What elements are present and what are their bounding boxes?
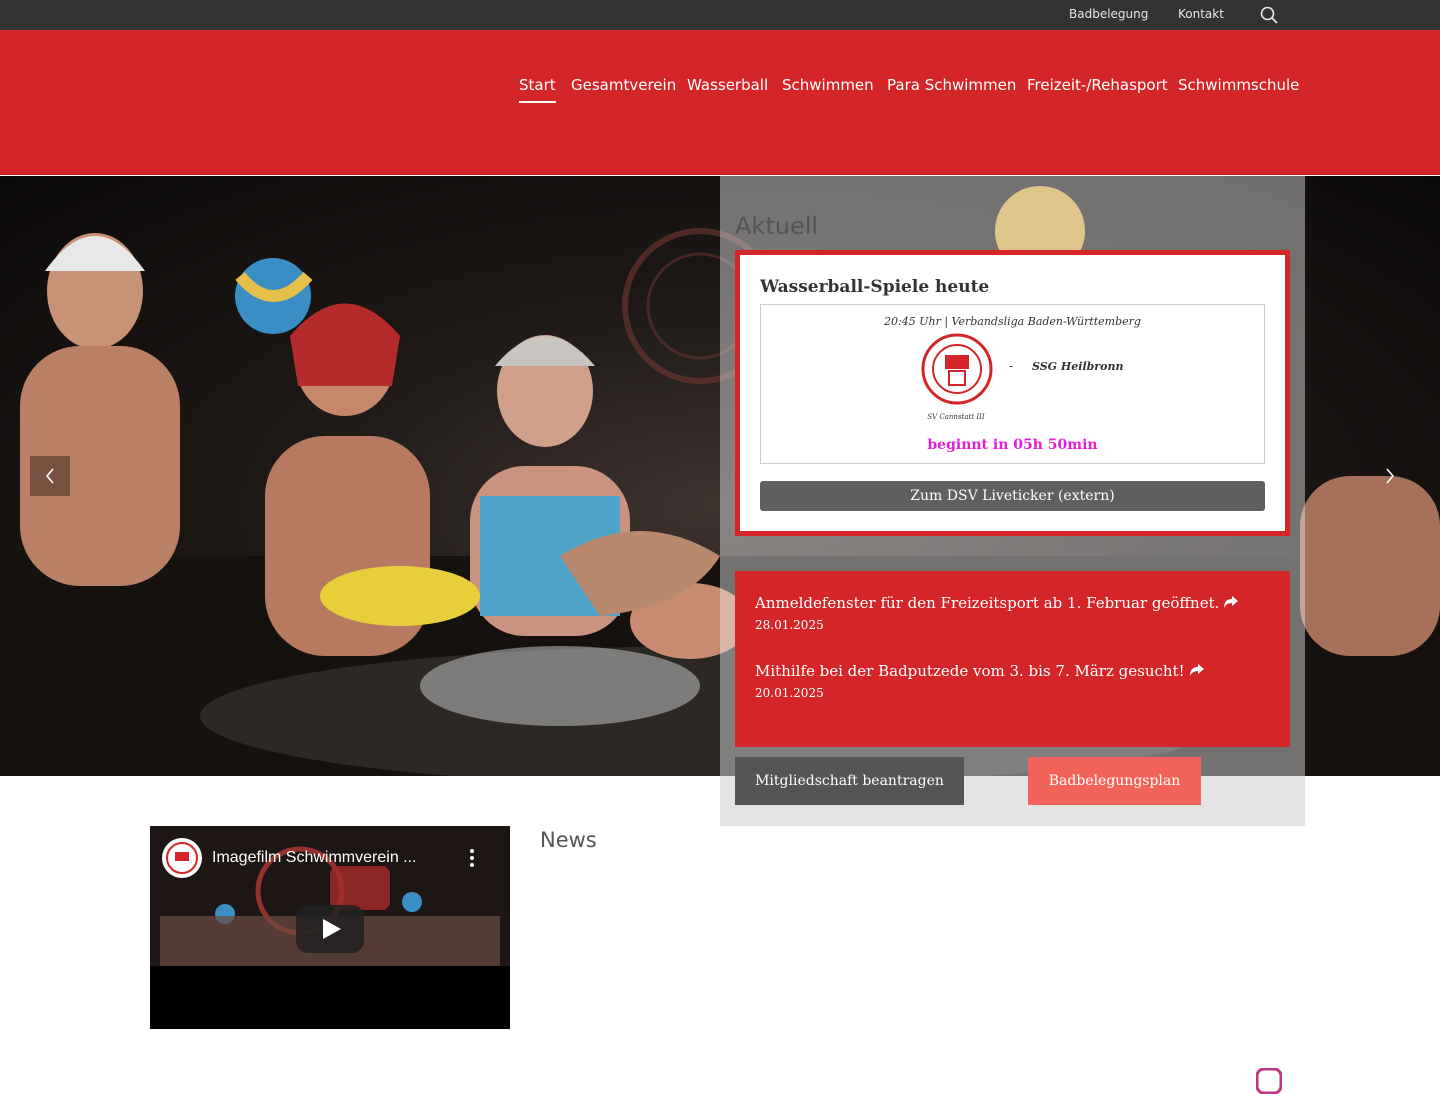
share-arrow-icon bbox=[1189, 664, 1204, 676]
news-teaser-box: Anmeldefenster für den Freizeitsport ab … bbox=[735, 571, 1290, 747]
chevron-right-icon bbox=[1386, 468, 1395, 484]
main-nav: Start Gesamtverein Wasserball Schwimmen … bbox=[0, 76, 1440, 106]
news-section-heading: News bbox=[540, 828, 597, 852]
news-item-title[interactable]: Mithilfe bei der Badputzede vom 3. bis 7… bbox=[755, 662, 1205, 680]
pool-plan-button[interactable]: Badbelegungsplan bbox=[1028, 757, 1201, 805]
nav-item-start[interactable]: Start bbox=[519, 76, 556, 103]
utility-bar: Badbelegung Kontakt bbox=[0, 0, 1440, 30]
nav-item-freizeit-rehasport[interactable]: Freizeit-/Rehasport bbox=[1027, 76, 1168, 94]
badbelegung-link[interactable]: Badbelegung bbox=[1069, 7, 1148, 21]
aktuell-heading: Aktuell bbox=[735, 212, 819, 240]
games-widget: Wasserball-Spiele heute 20:45 Uhr | Verb… bbox=[735, 250, 1290, 536]
news-item-date: 28.01.2025 bbox=[755, 618, 824, 632]
match-separator: - bbox=[1009, 359, 1014, 373]
nav-item-wasserball[interactable]: Wasserball bbox=[687, 76, 768, 94]
chevron-left-icon bbox=[45, 468, 54, 484]
news-item[interactable]: Mithilfe bei der Badputzede vom 3. bis 7… bbox=[755, 662, 1205, 700]
match-card[interactable]: 20:45 Uhr | Verbandsliga Baden-Württembe… bbox=[760, 304, 1265, 464]
video-embed[interactable]: Imagefilm Schwimmverein ... bbox=[150, 826, 510, 1029]
news-item-title-text[interactable]: Anmeldefenster für den Freizeitsport ab … bbox=[755, 594, 1219, 612]
main-header: Start Gesamtverein Wasserball Schwimmen … bbox=[0, 30, 1440, 175]
youtube-play-icon[interactable] bbox=[296, 905, 364, 953]
news-item-title-text[interactable]: Mithilfe bei der Badputzede vom 3. bis 7… bbox=[755, 662, 1185, 680]
home-team: SV Cannstatt III bbox=[927, 413, 985, 421]
more-options-icon[interactable] bbox=[466, 848, 478, 868]
nav-item-schwimmschule[interactable]: Schwimmschule bbox=[1178, 76, 1299, 94]
channel-logo-icon bbox=[162, 838, 202, 878]
nav-item-para-schwimmen[interactable]: Para Schwimmen bbox=[887, 76, 1016, 94]
match-meta: 20:45 Uhr | Verbandsliga Baden-Württembe… bbox=[884, 315, 1141, 328]
aktuell-panel: Aktuell Wasserball-Spiele heute 20:45 Uh… bbox=[720, 176, 1305, 826]
search-icon[interactable] bbox=[1259, 5, 1279, 25]
slider-next-button[interactable] bbox=[1370, 456, 1410, 496]
news-item-title[interactable]: Anmeldefenster für den Freizeitsport ab … bbox=[755, 594, 1239, 612]
away-team: SSG Heilbronn bbox=[1032, 360, 1124, 373]
share-arrow-icon bbox=[1224, 596, 1239, 608]
instagram-icon[interactable] bbox=[1256, 1068, 1282, 1094]
news-item[interactable]: Anmeldefenster für den Freizeitsport ab … bbox=[755, 594, 1239, 632]
club-logo-icon bbox=[921, 333, 993, 405]
nav-item-gesamtverein[interactable]: Gesamtverein bbox=[571, 76, 676, 94]
games-title: Wasserball-Spiele heute bbox=[760, 277, 990, 297]
news-item-date: 20.01.2025 bbox=[755, 686, 824, 700]
membership-button[interactable]: Mitgliedschaft beantragen bbox=[735, 757, 964, 805]
kontakt-link[interactable]: Kontakt bbox=[1178, 7, 1224, 21]
match-countdown: beginnt in 05h 50min bbox=[927, 437, 1098, 453]
video-title[interactable]: Imagefilm Schwimmverein ... bbox=[212, 849, 417, 867]
liveticker-button[interactable]: Zum DSV Liveticker (extern) bbox=[760, 481, 1265, 511]
slider-prev-button[interactable] bbox=[30, 456, 70, 496]
nav-item-schwimmen[interactable]: Schwimmen bbox=[782, 76, 874, 94]
